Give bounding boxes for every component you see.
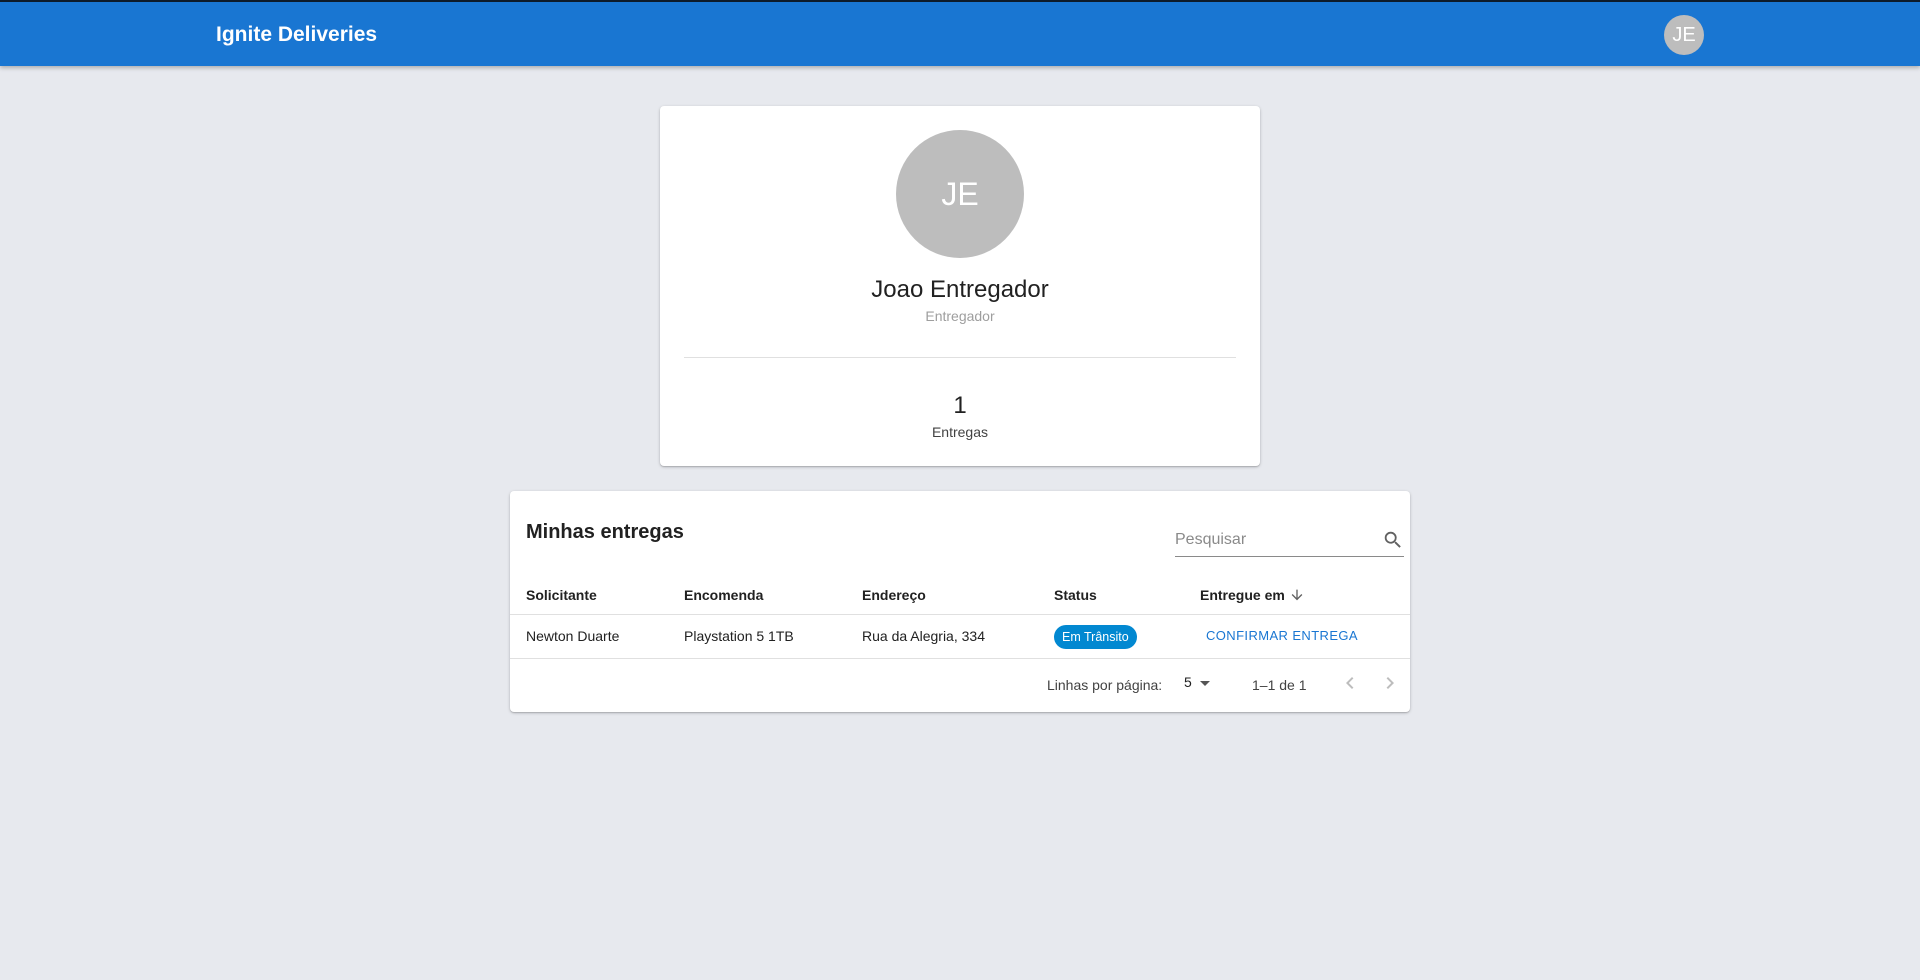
status-badge: Em Trânsito: [1054, 625, 1137, 649]
rows-per-page-value: 5: [1184, 674, 1192, 690]
confirm-delivery-button[interactable]: CONFIRMAR ENTREGA: [1198, 619, 1366, 651]
column-header-requester[interactable]: Solicitante: [526, 587, 597, 603]
previous-page-icon[interactable]: [1338, 671, 1362, 695]
next-page-icon[interactable]: [1378, 671, 1402, 695]
caret-down-icon: [1199, 681, 1210, 686]
search-input[interactable]: [1175, 527, 1370, 553]
rows-per-page-select[interactable]: 5: [1184, 674, 1212, 696]
user-avatar[interactable]: JE: [1664, 15, 1704, 55]
deliveries-count: 1: [953, 392, 967, 419]
row-divider: [510, 658, 1410, 659]
cell-item: Playstation 5 1TB: [684, 628, 794, 644]
profile-role: Entregador: [925, 308, 995, 324]
search-icon[interactable]: [1382, 529, 1404, 551]
profile-avatar: JE: [896, 130, 1024, 258]
header-divider: [510, 614, 1410, 615]
search-field: [1175, 525, 1404, 557]
app-brand[interactable]: Ignite Deliveries: [216, 23, 377, 47]
arrow-down-icon[interactable]: [1289, 587, 1305, 603]
column-header-status[interactable]: Status: [1054, 587, 1097, 603]
profile-card: JE Joao Entregador Entregador 1 Entregas: [660, 106, 1260, 466]
column-header-delivered-at[interactable]: Entregue em: [1200, 587, 1305, 603]
cell-address: Rua da Alegria, 334: [862, 628, 985, 644]
deliveries-count-label: Entregas: [931, 424, 989, 440]
column-header-address[interactable]: Endereço: [862, 587, 926, 603]
pagination-range: 1–1 de 1: [1252, 677, 1307, 693]
profile-divider: [684, 357, 1236, 358]
app-bar: Ignite Deliveries JE: [0, 0, 1920, 66]
rows-per-page-label: Linhas por página:: [1047, 677, 1163, 693]
cell-requester: Newton Duarte: [526, 628, 620, 644]
deliveries-table-card: Minhas entregas Solicitante Encomenda En…: [510, 491, 1410, 712]
table-title: Minhas entregas: [526, 521, 684, 543]
profile-name: Joao Entregador: [871, 276, 1049, 303]
column-header-delivered-at-label: Entregue em: [1200, 587, 1285, 603]
column-header-item[interactable]: Encomenda: [684, 587, 763, 603]
